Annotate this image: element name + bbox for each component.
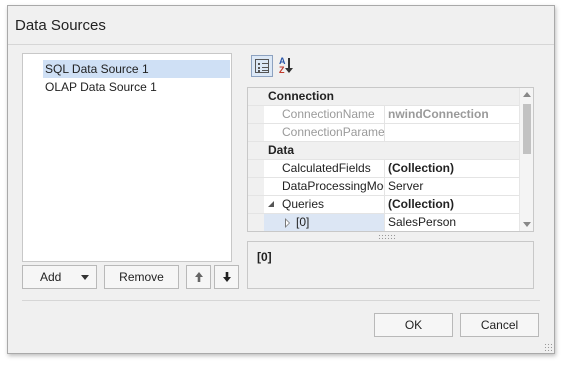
property-row-connection-name[interactable]: ConnectionName nwindConnection — [248, 106, 520, 124]
scrollbar-thumb[interactable] — [523, 104, 531, 154]
property-description-panel: [0] — [247, 241, 534, 289]
categorized-view-button[interactable] — [251, 55, 273, 77]
property-name: CalculatedFields — [264, 160, 385, 177]
scroll-up-icon[interactable] — [523, 92, 531, 97]
property-value[interactable]: SalesPerson — [386, 214, 520, 231]
property-value[interactable]: (Collection) — [386, 160, 520, 177]
property-value[interactable]: nwindConnection — [386, 106, 520, 123]
property-name: ConnectionName — [264, 106, 385, 123]
move-up-button[interactable] — [186, 265, 211, 289]
category-label: Connection — [268, 89, 334, 103]
property-value[interactable]: (Collection) — [386, 196, 520, 213]
scroll-down-icon[interactable] — [523, 222, 531, 227]
add-button-label: Add — [40, 270, 62, 284]
property-row-query-0[interactable]: [0] SalesPerson — [248, 214, 520, 231]
expanded-triangle-icon[interactable] — [268, 201, 274, 207]
ok-button[interactable]: OK — [374, 313, 453, 337]
property-row-connection-parameters[interactable]: ConnectionParamete — [248, 124, 520, 142]
collapsed-triangle-icon[interactable] — [285, 218, 290, 228]
list-item-olap-data-source[interactable]: OLAP Data Source 1 — [43, 78, 230, 96]
category-data[interactable]: Data — [248, 142, 520, 160]
resize-grip-icon[interactable] — [544, 343, 552, 351]
data-sources-dialog: Data Sources SQL Data Source 1 OLAP Data… — [7, 5, 555, 354]
data-source-list[interactable]: SQL Data Source 1 OLAP Data Source 1 — [22, 53, 232, 262]
property-value[interactable]: Server — [386, 178, 520, 195]
list-item-label: SQL Data Source 1 — [45, 62, 149, 76]
alphabetical-sort-button[interactable]: A Z — [276, 55, 298, 77]
property-value[interactable] — [386, 124, 520, 141]
list-item-label: OLAP Data Source 1 — [45, 80, 157, 94]
property-row-queries[interactable]: Queries (Collection) — [248, 196, 520, 214]
cancel-button[interactable]: Cancel — [460, 313, 539, 337]
ok-button-label: OK — [404, 318, 423, 332]
category-label: Data — [268, 143, 295, 157]
property-grid-scrollbar[interactable] — [519, 88, 533, 231]
description-title: [0] — [257, 250, 272, 264]
property-name: DataProcessingMode — [264, 178, 385, 195]
categorized-grid-icon — [255, 59, 269, 73]
move-down-button[interactable] — [214, 265, 239, 289]
property-row-calculated-fields[interactable]: CalculatedFields (Collection) — [248, 160, 520, 178]
category-connection[interactable]: Connection — [248, 88, 520, 106]
footer-divider — [22, 300, 540, 301]
property-row-data-processing-mode[interactable]: DataProcessingMode Server — [248, 178, 520, 196]
splitter-grip-icon[interactable] — [378, 234, 396, 240]
arrow-down-icon — [222, 272, 231, 282]
property-name: ConnectionParamete — [264, 124, 385, 141]
dialog-title: Data Sources — [15, 17, 106, 34]
remove-button-label: Remove — [119, 270, 164, 284]
remove-button[interactable]: Remove — [104, 265, 179, 289]
list-item-sql-data-source[interactable]: SQL Data Source 1 — [43, 60, 230, 78]
cancel-button-label: Cancel — [480, 318, 519, 332]
title-divider — [8, 44, 554, 45]
add-button[interactable]: Add — [22, 265, 97, 289]
chevron-down-icon[interactable] — [81, 275, 89, 280]
property-name: [0] — [264, 214, 385, 231]
property-name: Queries — [264, 196, 385, 213]
arrow-up-icon — [194, 272, 203, 282]
property-grid[interactable]: Connection ConnectionName nwindConnectio… — [247, 87, 534, 232]
